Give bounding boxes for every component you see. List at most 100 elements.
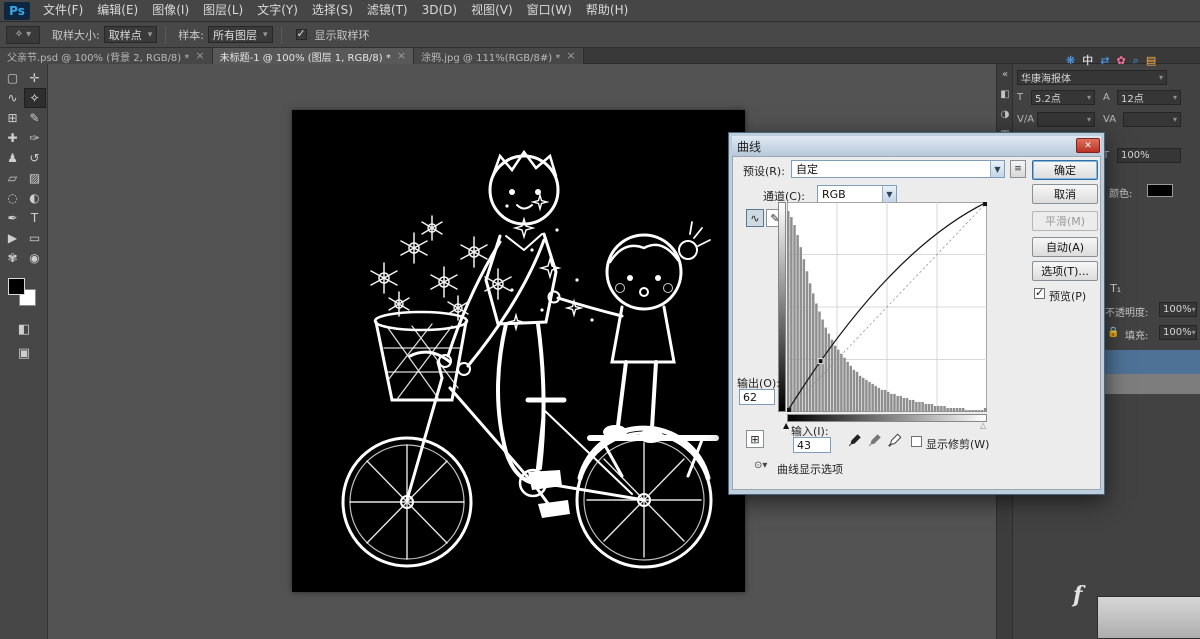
dodge-tool[interactable]: ◐ xyxy=(24,188,46,208)
pen-tool[interactable]: ✒ xyxy=(2,208,24,228)
shape-tool[interactable]: ▭ xyxy=(24,228,46,248)
smooth-button[interactable]: 平滑(M) xyxy=(1032,211,1098,231)
cancel-button[interactable]: 取消 xyxy=(1032,184,1098,204)
eraser-tool[interactable]: ▱ xyxy=(2,168,24,188)
preview-checkbox[interactable] xyxy=(1034,288,1045,299)
document-canvas[interactable] xyxy=(292,110,745,592)
ime-skin-icon[interactable]: ✿ xyxy=(1116,54,1125,68)
show-sampling-ring-checkbox[interactable] xyxy=(296,29,307,40)
type-tool[interactable]: T xyxy=(24,208,46,228)
sample-size-dropdown[interactable]: 取样点▾ xyxy=(104,26,158,43)
font-size-dropdown[interactable]: 5.2点▾ xyxy=(1031,90,1095,105)
hand-tool[interactable]: ✾ xyxy=(2,248,24,268)
text-color-swatch[interactable] xyxy=(1147,184,1173,197)
leading-dropdown[interactable]: 12点▾ xyxy=(1117,90,1181,105)
gray-point-eyedropper-icon[interactable] xyxy=(867,433,882,448)
menu-item-7[interactable]: 3D(D) xyxy=(415,3,464,17)
crop-tool[interactable]: ⊞ xyxy=(2,108,24,128)
eyedropper-icon: ✧ xyxy=(15,29,23,40)
tab-close-icon[interactable]: × xyxy=(566,51,575,61)
ime-search-icon[interactable]: ⌕ xyxy=(1133,54,1139,68)
quick-mask-button[interactable]: ◧ xyxy=(0,322,48,337)
preset-menu-button[interactable]: ≡ xyxy=(1010,160,1026,178)
marquee-tool[interactable]: ▢ xyxy=(2,68,24,88)
history-brush-tool[interactable]: ↺ xyxy=(24,148,46,168)
menu-item-3[interactable]: 图层(L) xyxy=(196,3,250,17)
menu-item-5[interactable]: 选择(S) xyxy=(305,3,360,17)
menu-item-10[interactable]: 帮助(H) xyxy=(579,3,635,17)
healing-brush-tool[interactable]: ✚ xyxy=(2,128,24,148)
font-family-dropdown[interactable]: 华康海报体▾ xyxy=(1017,70,1167,85)
document-tab-0[interactable]: 父亲节.psd @ 100% (背景 2, RGB/8) *× xyxy=(0,48,213,64)
sample-layers-dropdown[interactable]: 所有图层▾ xyxy=(208,26,273,43)
ok-button[interactable]: 确定 xyxy=(1032,160,1098,180)
dock-icon-2[interactable]: ◑ xyxy=(997,104,1013,124)
document-tab-1[interactable]: 未标题-1 @ 100% (图层 1, RGB/8) *× xyxy=(213,48,414,64)
black-point-eyedropper-icon[interactable] xyxy=(847,433,862,448)
font-size-icon: T xyxy=(1017,92,1023,103)
menu-item-0[interactable]: 文件(F) xyxy=(36,3,90,17)
auto-button[interactable]: 自动(A) xyxy=(1032,237,1098,257)
input-gradient-bar xyxy=(787,414,987,422)
ime-toolbox-icon[interactable]: ▤ xyxy=(1146,54,1156,68)
tab-close-icon[interactable]: × xyxy=(397,51,406,61)
blur-tool[interactable]: ◌ xyxy=(2,188,24,208)
menu-item-2[interactable]: 图像(I) xyxy=(145,3,196,17)
dialog-titlebar[interactable]: 曲线 ✕ xyxy=(732,136,1101,156)
clone-stamp-tool[interactable]: ♟ xyxy=(2,148,24,168)
channel-dropdown[interactable]: RGB▼ xyxy=(817,185,897,203)
quick-select-tool[interactable]: ✎ xyxy=(24,108,46,128)
photoshop-logo-icon: Ps xyxy=(4,2,30,20)
preset-dropdown[interactable]: 自定▼ xyxy=(791,160,1005,178)
input-field[interactable]: 43 xyxy=(793,437,831,453)
output-field[interactable]: 62 xyxy=(739,389,775,405)
document-tab-2[interactable]: 涂鸦.jpg @ 111%(RGB/8#) *× xyxy=(414,48,583,64)
horizontal-scale-field[interactable]: 100% xyxy=(1117,148,1181,163)
grid-size-button[interactable]: ⊞ xyxy=(746,430,764,448)
menu-item-1[interactable]: 编辑(E) xyxy=(90,3,145,17)
document-tab-bar: 父亲节.psd @ 100% (背景 2, RGB/8) *×未标题-1 @ 1… xyxy=(0,48,1200,64)
show-clipping-checkbox[interactable] xyxy=(911,436,922,447)
dialog-title: 曲线 xyxy=(737,138,761,155)
eyedropper-tool[interactable]: ✧ xyxy=(24,88,46,108)
ime-switch-icon[interactable]: ⇄ xyxy=(1100,54,1109,68)
menu-item-6[interactable]: 滤镜(T) xyxy=(360,3,415,17)
white-point-slider[interactable]: △ xyxy=(980,421,986,430)
disclosure-icon[interactable]: ⊙▾ xyxy=(754,460,767,471)
zoom-tool[interactable]: ◉ xyxy=(24,248,46,268)
white-point-eyedropper-icon[interactable] xyxy=(887,433,902,448)
tracking-dropdown[interactable]: ▾ xyxy=(1123,112,1181,127)
text-style-icon-5[interactable]: T₁ xyxy=(1110,282,1121,295)
fx-label: f xyxy=(1073,582,1082,608)
path-select-tool[interactable]: ▶ xyxy=(2,228,24,248)
layer-thumbnail[interactable] xyxy=(1097,596,1200,639)
tab-close-icon[interactable]: × xyxy=(195,51,204,61)
lock-icon[interactable]: 🔒 xyxy=(1107,327,1119,338)
kerning-dropdown[interactable]: ▾ xyxy=(1037,112,1095,127)
foreground-color-swatch[interactable] xyxy=(8,278,25,295)
leading-value: 12点 xyxy=(1121,90,1144,105)
menu-item-9[interactable]: 窗口(W) xyxy=(520,3,579,17)
curve-graph[interactable] xyxy=(787,202,987,412)
tool-preset-picker[interactable]: ✧▾ xyxy=(6,26,40,44)
curve-point-tool-button[interactable]: ∿ xyxy=(746,209,764,227)
chevron-down-icon: ▾ xyxy=(1192,305,1196,314)
screen-mode-button[interactable]: ▣ xyxy=(0,346,48,361)
brush-tool[interactable]: ✑ xyxy=(24,128,46,148)
opacity-field[interactable]: 100%▾ xyxy=(1159,302,1197,317)
options-button[interactable]: 选项(T)... xyxy=(1032,261,1098,281)
menu-item-8[interactable]: 视图(V) xyxy=(464,3,520,17)
ime-logo-icon[interactable]: ❋ xyxy=(1066,54,1075,68)
close-icon[interactable]: ✕ xyxy=(1076,138,1100,153)
dock-icon-1[interactable]: ◧ xyxy=(997,84,1013,104)
black-point-slider[interactable]: ▲ xyxy=(783,421,789,430)
move-tool[interactable]: ✛ xyxy=(24,68,46,88)
fill-field[interactable]: 100%▾ xyxy=(1159,325,1197,340)
dock-icon-0[interactable]: « xyxy=(997,64,1013,84)
lasso-tool[interactable]: ∿ xyxy=(2,88,24,108)
gradient-tool[interactable]: ▨ xyxy=(24,168,46,188)
main-menu: 文件(F)编辑(E)图像(I)图层(L)文字(Y)选择(S)滤镜(T)3D(D)… xyxy=(36,0,635,21)
ime-lang-icon[interactable]: 中 xyxy=(1082,54,1093,68)
menu-item-4[interactable]: 文字(Y) xyxy=(250,3,305,17)
channel-value: RGB xyxy=(818,188,882,201)
